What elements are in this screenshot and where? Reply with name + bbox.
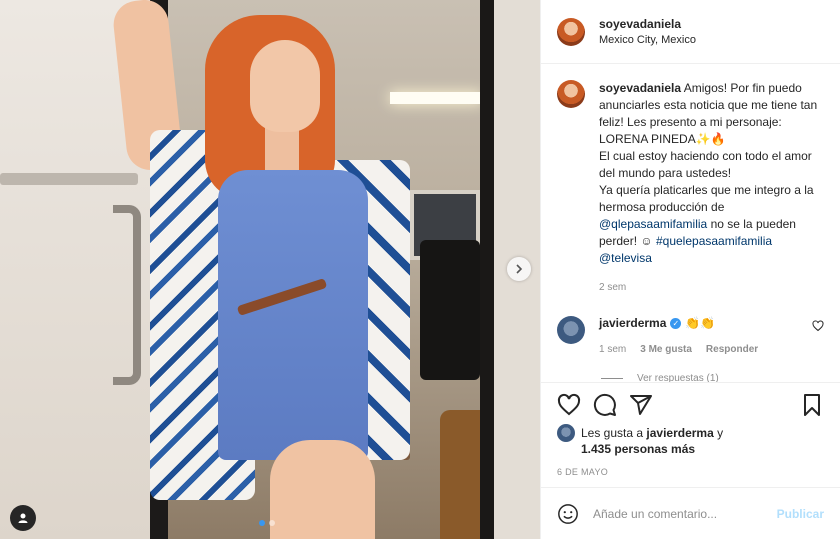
publish-button[interactable]: Publicar xyxy=(777,507,824,521)
post-actions: Les gusta a javierderma y 1.435 personas… xyxy=(541,382,840,487)
photo-bg-door-right xyxy=(480,0,494,539)
heart-icon[interactable] xyxy=(557,393,581,417)
caption-username[interactable]: soyevadaniela xyxy=(599,81,681,95)
likes-text: Les gusta a javierderma y 1.435 personas… xyxy=(581,425,723,457)
share-icon[interactable] xyxy=(629,393,653,417)
comment-row: javierderma ✓ 👏👏 1 sem 3 Me gusta Respon… xyxy=(557,316,824,355)
photo-bg-rail xyxy=(0,173,138,185)
carousel-dot-1 xyxy=(259,520,265,526)
chevron-right-icon xyxy=(516,264,523,274)
caption-text-3: Ya quería platicarles que me integro a l… xyxy=(599,183,814,214)
caption-time[interactable]: 2 sem xyxy=(599,279,824,296)
view-replies-label: Ver respuestas (1) xyxy=(637,373,719,382)
comment-line: javierderma ✓ 👏👏 xyxy=(599,316,798,330)
likes-prefix: Les gusta a xyxy=(581,426,644,440)
carousel-dot-2 xyxy=(269,520,275,526)
carousel-dots xyxy=(259,520,275,526)
user-tag-icon xyxy=(18,513,28,523)
action-icons xyxy=(557,391,824,419)
verified-badge-icon: ✓ xyxy=(670,317,682,329)
caption-emoji-1: ✨🔥 xyxy=(695,132,726,146)
comment-likes[interactable]: 3 Me gusta xyxy=(640,344,692,355)
caption-body: soyevadaniela Amigos! Por fin puedo anun… xyxy=(599,80,824,296)
comment-body: javierderma ✓ 👏👏 1 sem 3 Me gusta Respon… xyxy=(599,316,798,355)
user-tags-button[interactable] xyxy=(10,505,36,531)
likes-avatar[interactable] xyxy=(557,424,575,442)
photo-bg-handle xyxy=(113,205,141,385)
comment-reply-button[interactable]: Responder xyxy=(706,344,758,355)
post-date[interactable]: 6 DE MAYO xyxy=(557,467,824,477)
comment-like-icon[interactable] xyxy=(812,320,824,332)
caption-avatar[interactable] xyxy=(557,80,585,108)
replies-line xyxy=(601,378,623,379)
post-header: soyevadaniela Mexico City, Mexico xyxy=(541,0,840,64)
comment-input[interactable] xyxy=(593,506,763,521)
header-text: soyevadaniela Mexico City, Mexico xyxy=(599,17,696,46)
photo-bg-light xyxy=(390,92,482,104)
comment-avatar[interactable] xyxy=(557,316,585,344)
photo-figure-face xyxy=(250,40,320,132)
comment-time[interactable]: 1 sem xyxy=(599,344,626,355)
likes-mid: y xyxy=(717,426,724,440)
comment-icon[interactable] xyxy=(593,393,617,417)
photo-bg-chair xyxy=(420,240,480,380)
caption-row: soyevadaniela Amigos! Por fin puedo anun… xyxy=(557,80,824,296)
post-location[interactable]: Mexico City, Mexico xyxy=(599,34,696,46)
likes-user[interactable]: javierderma xyxy=(646,426,713,440)
author-avatar[interactable] xyxy=(557,17,585,46)
instagram-post: soyevadaniela Mexico City, Mexico soyeva… xyxy=(0,0,840,539)
caption-hashtag-1[interactable]: #quelepasaamifamilia xyxy=(656,234,772,248)
comment-username[interactable]: javierderma xyxy=(599,316,666,330)
bookmark-icon[interactable] xyxy=(800,393,824,417)
caption-text-2: El cual estoy haciendo con todo el amor … xyxy=(599,149,812,180)
caption-mention-2[interactable]: @televisa xyxy=(599,251,652,265)
likes-count[interactable]: 1.435 personas más xyxy=(581,442,695,456)
photo-figure-leg xyxy=(270,440,375,539)
comment-meta: 1 sem 3 Me gusta Responder xyxy=(599,344,798,355)
author-username[interactable]: soyevadaniela xyxy=(599,17,696,31)
likes-summary: Les gusta a javierderma y 1.435 personas… xyxy=(557,424,824,457)
comment-text: 👏👏 xyxy=(685,316,716,330)
add-comment-bar: Publicar xyxy=(541,487,840,539)
carousel-next-button[interactable] xyxy=(507,257,531,281)
emoji-icon[interactable] xyxy=(557,503,579,525)
caption-mention-1[interactable]: @qlepasaamifamilia xyxy=(599,217,707,231)
caption-emoji-2: ☺ xyxy=(640,234,653,248)
post-photo[interactable] xyxy=(0,0,540,539)
post-sidebar: soyevadaniela Mexico City, Mexico soyeva… xyxy=(540,0,840,539)
comments-area: soyevadaniela Amigos! Por fin puedo anun… xyxy=(541,64,840,382)
view-replies-button[interactable]: Ver respuestas (1) xyxy=(601,373,824,382)
